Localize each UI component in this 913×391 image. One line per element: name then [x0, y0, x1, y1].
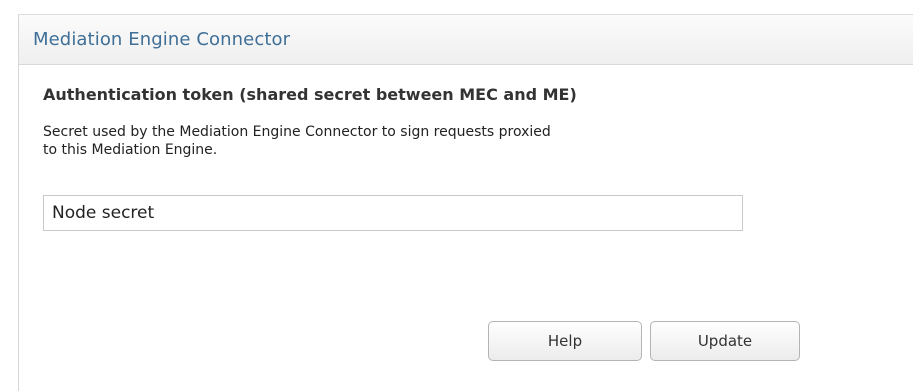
section-description-line-2: to this Mediation Engine.	[43, 142, 218, 158]
section-description: Secret used by the Mediation Engine Conn…	[43, 123, 763, 159]
update-button[interactable]: Update	[650, 321, 800, 361]
authentication-token-section: Authentication token (shared secret betw…	[43, 85, 803, 231]
help-button[interactable]: Help	[488, 321, 642, 361]
section-heading: Authentication token (shared secret betw…	[43, 85, 577, 104]
section-description-line-1: Secret used by the Mediation Engine Conn…	[43, 124, 551, 140]
panel-header: Mediation Engine Connector	[19, 15, 913, 65]
panel-title: Mediation Engine Connector	[33, 29, 291, 50]
node-secret-input[interactable]	[43, 195, 743, 231]
